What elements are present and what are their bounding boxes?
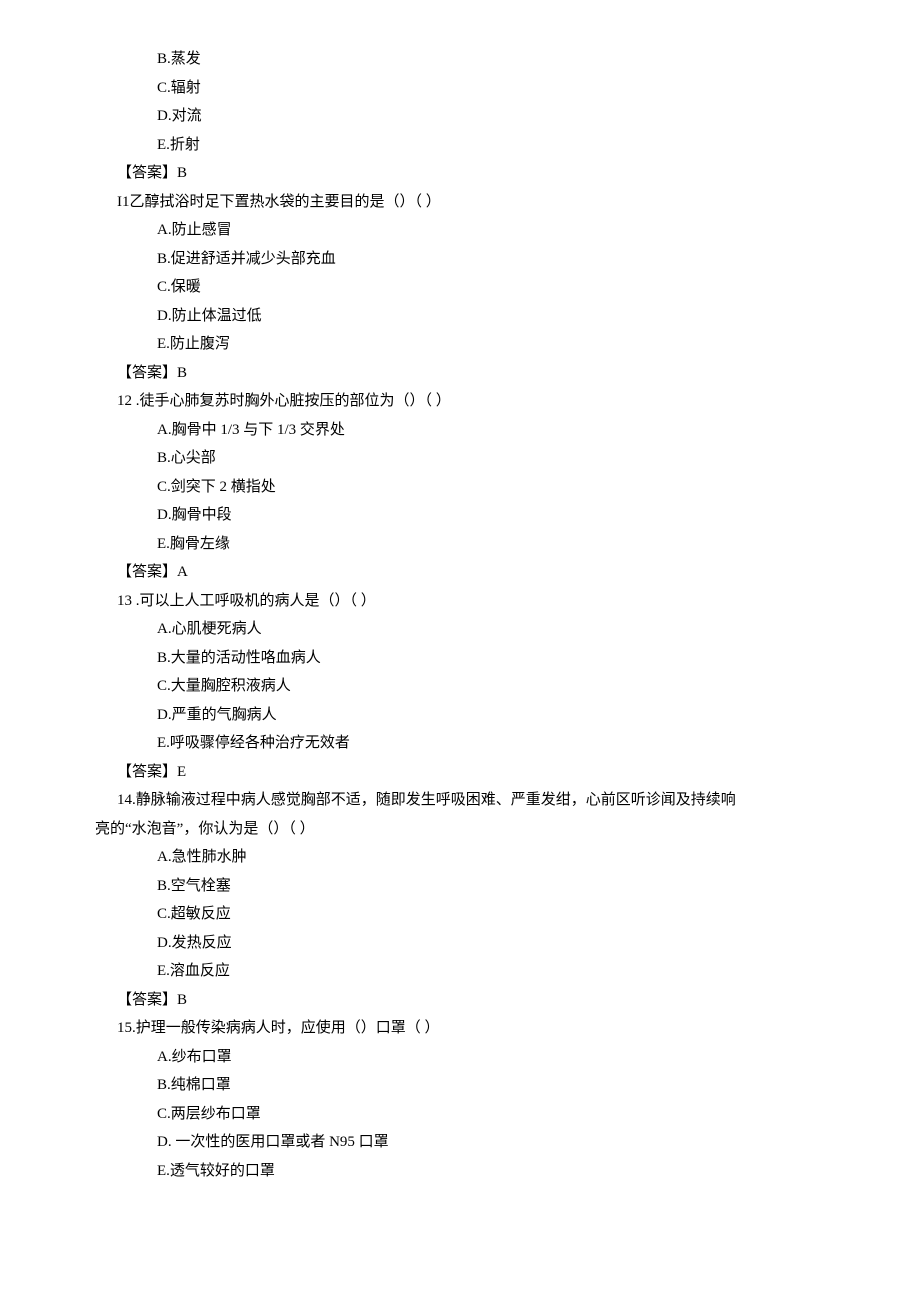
q14-option-d: D.发热反应 xyxy=(95,929,825,958)
q12-option-d: D.胸骨中段 xyxy=(95,501,825,530)
q10-option-b: B.蒸发 xyxy=(95,45,825,74)
q13-option-c: C.大量胸腔积液病人 xyxy=(95,672,825,701)
q11-option-d: D.防止体温过低 xyxy=(95,302,825,331)
q15-option-a: A.纱布口罩 xyxy=(95,1043,825,1072)
q11-option-a: A.防止感冒 xyxy=(95,216,825,245)
q14-stem-line2: 亮的“水泡音”，你认为是（）（ ） xyxy=(95,815,825,844)
q11-option-e: E.防止腹泻 xyxy=(95,330,825,359)
q10-option-d: D.对流 xyxy=(95,102,825,131)
q14-option-c: C.超敏反应 xyxy=(95,900,825,929)
q11-stem: I1乙醇拭浴时足下置热水袋的主要目的是（）（ ） xyxy=(95,188,825,217)
q10-option-e: E.折射 xyxy=(95,131,825,160)
q13-option-b: B.大量的活动性咯血病人 xyxy=(95,644,825,673)
q15-option-e: E.透气较好的口罩 xyxy=(95,1157,825,1186)
q12-option-e: E.胸骨左缘 xyxy=(95,530,825,559)
q14-answer: 【答案】B xyxy=(95,986,825,1015)
q12-option-c: C.剑突下 2 横指处 xyxy=(95,473,825,502)
q13-answer: 【答案】E xyxy=(95,758,825,787)
q12-stem: 12 .徒手心肺复苏时胸外心脏按压的部位为（）（ ） xyxy=(95,387,825,416)
q15-option-b: B.纯棉口罩 xyxy=(95,1071,825,1100)
q15-option-d: D. 一次性的医用口罩或者 N95 口罩 xyxy=(95,1128,825,1157)
q14-option-b: B.空气栓塞 xyxy=(95,872,825,901)
q13-option-d: D.严重的气胸病人 xyxy=(95,701,825,730)
q11-option-c: C.保暖 xyxy=(95,273,825,302)
q13-stem: 13 .可以上人工呼吸机的病人是（）（ ） xyxy=(95,587,825,616)
q14-stem-line1: 14.静脉输液过程中病人感觉胸部不适，随即发生呼吸困难、严重发绀，心前区听诊闻及… xyxy=(95,786,825,815)
q11-answer: 【答案】B xyxy=(95,359,825,388)
q14-option-e: E.溶血反应 xyxy=(95,957,825,986)
q12-option-b: B.心尖部 xyxy=(95,444,825,473)
q10-option-c: C.辐射 xyxy=(95,74,825,103)
q12-answer: 【答案】A xyxy=(95,558,825,587)
q15-option-c: C.两层纱布口罩 xyxy=(95,1100,825,1129)
q12-option-a: A.胸骨中 1/3 与下 1/3 交界处 xyxy=(95,416,825,445)
q15-stem: 15.护理一般传染病病人时，应使用（）口罩（ ） xyxy=(95,1014,825,1043)
q11-option-b: B.促进舒适并减少头部充血 xyxy=(95,245,825,274)
q13-option-e: E.呼吸骤停经各种治疗无效者 xyxy=(95,729,825,758)
q13-option-a: A.心肌梗死病人 xyxy=(95,615,825,644)
q10-answer: 【答案】B xyxy=(95,159,825,188)
q14-option-a: A.急性肺水肿 xyxy=(95,843,825,872)
